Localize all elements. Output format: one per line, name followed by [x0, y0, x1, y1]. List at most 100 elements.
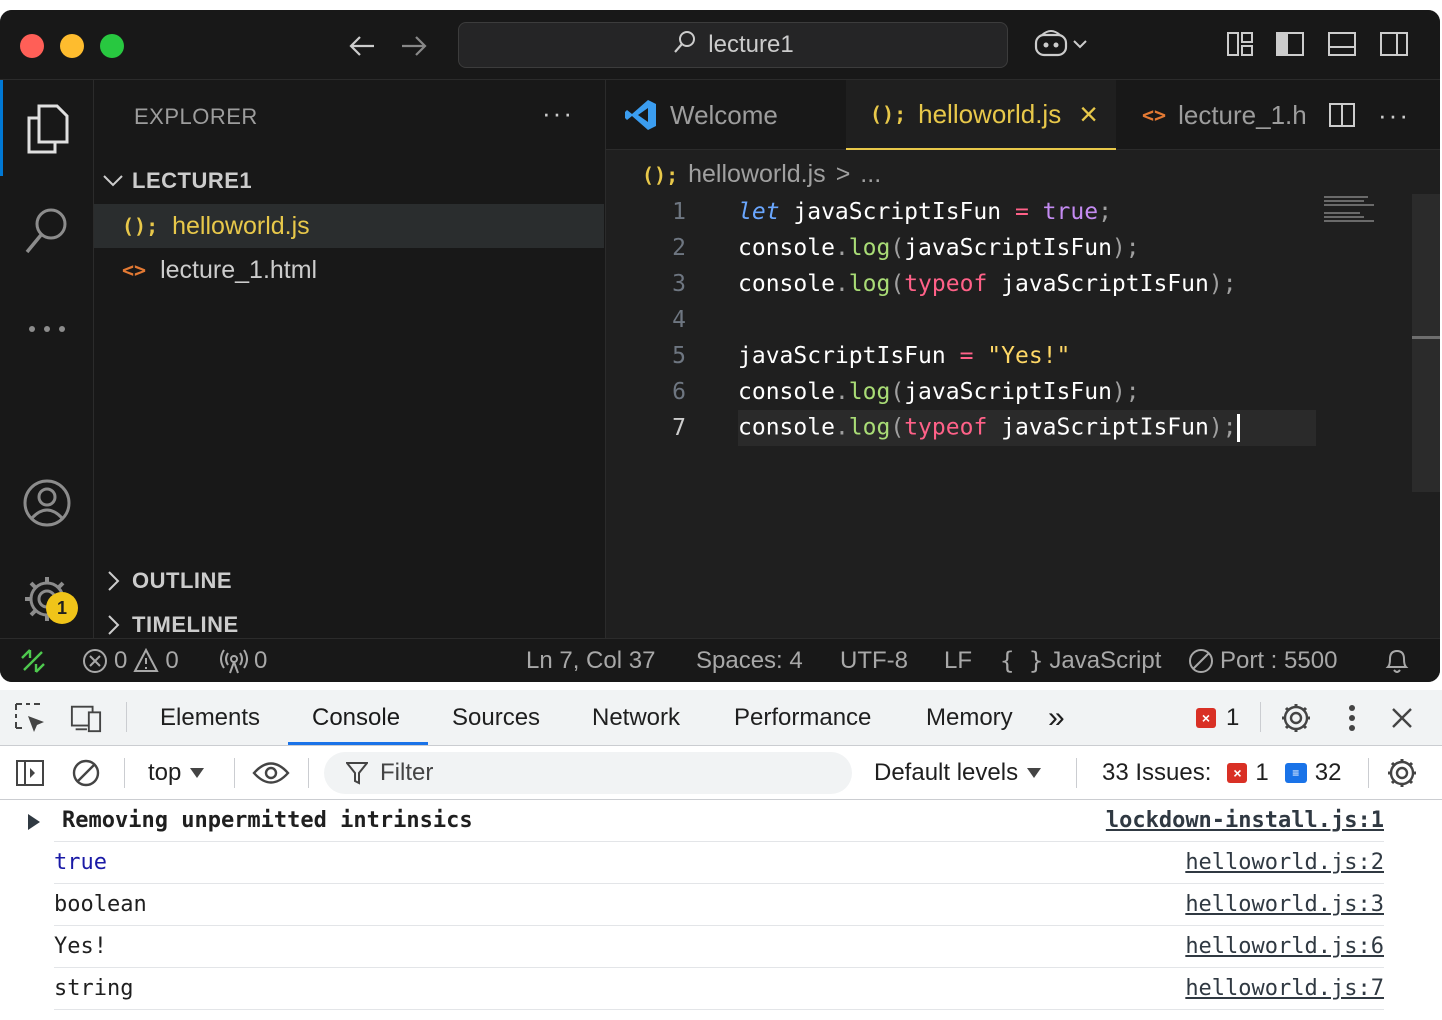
explorer-title: EXPLORER [134, 104, 258, 129]
divider [234, 758, 235, 788]
breadcrumb-file[interactable]: helloworld.js [688, 160, 826, 189]
minimize-window-button[interactable] [60, 34, 84, 58]
vscode-window: lecture1 1 EXPLORER ··· LECTURE1 (); hel… [0, 10, 1440, 682]
tab-sources[interactable]: Sources [452, 690, 540, 746]
more-views-icon[interactable] [0, 294, 94, 364]
context-selector[interactable]: top [148, 746, 205, 800]
code-line: 2 console.log(javaScriptIsFun); [606, 230, 1406, 266]
bell-icon[interactable] [1384, 639, 1410, 682]
code-editor[interactable]: 1 let javaScriptIsFun = true; 2 console.lo… [606, 194, 1406, 446]
minimap[interactable] [1324, 194, 1396, 224]
toggle-secondary-sidebar-icon[interactable] [1378, 28, 1410, 60]
divider [126, 702, 127, 732]
forward-arrow-icon[interactable] [396, 28, 432, 64]
problems-indicator[interactable]: 0 0 [82, 639, 179, 682]
console-settings-gear-icon[interactable] [1386, 757, 1418, 789]
tab-elements[interactable]: Elements [160, 690, 260, 746]
explorer-more-actions[interactable]: ··· [542, 98, 574, 129]
close-window-button[interactable] [20, 34, 44, 58]
timeline-section[interactable]: TIMELINE [102, 612, 239, 638]
more-tabs-icon[interactable]: » [1048, 690, 1065, 746]
ports-indicator[interactable]: 0 [220, 639, 267, 682]
clear-console-icon[interactable] [70, 757, 102, 789]
console-message: true helloworld.js:2 [54, 842, 1384, 884]
javascript-file-icon: (); [122, 214, 159, 238]
console-filter-input[interactable]: Filter [324, 752, 852, 794]
tab-console[interactable]: Console [312, 690, 400, 746]
eye-icon[interactable] [252, 757, 290, 789]
tab-helloworld-js[interactable]: (); helloworld.js × [846, 80, 1116, 150]
issues-counter[interactable]: 33 Issues: × 1 ≡ 32 [1102, 746, 1341, 800]
editor-more-actions[interactable]: ··· [1378, 80, 1418, 150]
editor-area: Welcome (); helloworld.js × <> lecture_1… [606, 80, 1440, 638]
expand-arrow-icon[interactable] [28, 814, 40, 830]
console-value: Removing unpermitted intrinsics [62, 808, 473, 833]
split-editor-icon[interactable] [1328, 80, 1358, 150]
code-line: 3 console.log(typeof javaScriptIsFun); [606, 266, 1406, 302]
line-number: 7 [672, 415, 686, 441]
explorer-files-icon[interactable] [0, 94, 94, 164]
folder-header[interactable]: LECTURE1 [102, 168, 252, 194]
more-options-icon[interactable] [1336, 702, 1368, 734]
language-mode[interactable]: { } JavaScript [1000, 639, 1161, 682]
file-item-lecture1-html[interactable]: <> lecture_1.html [94, 248, 604, 292]
editor-scrollbar[interactable] [1412, 194, 1440, 492]
gear-icon[interactable] [1280, 702, 1312, 734]
file-item-helloworld[interactable]: (); helloworld.js [94, 204, 604, 248]
issues-message-count: 32 [1314, 759, 1342, 786]
error-icon: × [1227, 763, 1248, 783]
toggle-primary-sidebar-icon[interactable] [1274, 28, 1306, 60]
breadcrumb-symbol[interactable]: ... [860, 160, 881, 189]
source-link[interactable]: helloworld.js:7 [1185, 976, 1384, 1001]
tab-welcome[interactable]: Welcome [624, 80, 846, 150]
layout-customize-icon[interactable] [1224, 28, 1256, 60]
outline-section[interactable]: OUTLINE [102, 568, 232, 594]
editor-tabs: Welcome (); helloworld.js × <> lecture_1… [606, 80, 1440, 150]
back-arrow-icon[interactable] [344, 28, 380, 64]
source-link[interactable]: lockdown-install.js:1 [1106, 808, 1384, 833]
file-name: helloworld.js [172, 211, 310, 240]
line-number: 1 [672, 199, 686, 225]
maximize-window-button[interactable] [100, 34, 124, 58]
remote-indicator-icon[interactable] [18, 639, 48, 682]
end-of-line[interactable]: LF [944, 639, 972, 682]
console-output: Removing unpermitted intrinsics lockdown… [0, 800, 1442, 1020]
folder-name: LECTURE1 [132, 168, 253, 193]
indentation[interactable]: Spaces: 4 [696, 639, 803, 682]
tab-network[interactable]: Network [592, 690, 680, 746]
live-server-port[interactable]: Port : 5500 [1188, 639, 1337, 682]
source-link[interactable]: helloworld.js:2 [1185, 850, 1384, 875]
encoding[interactable]: UTF-8 [840, 639, 908, 682]
sidebar-toggle-icon[interactable] [14, 757, 46, 789]
code-line: 7 console.log(typeof javaScriptIsFun); [606, 410, 1406, 446]
language-label: JavaScript [1049, 647, 1162, 674]
tab-lecture1-html[interactable]: <> lecture_1.h [1142, 80, 1322, 150]
source-link[interactable]: helloworld.js:3 [1185, 892, 1384, 917]
filter-icon [346, 762, 368, 785]
accounts-icon[interactable] [0, 468, 94, 538]
file-name: lecture_1.html [160, 255, 318, 284]
tab-performance[interactable]: Performance [734, 690, 871, 746]
chevron-down-icon [103, 175, 123, 187]
copilot-icon[interactable] [1034, 28, 1094, 60]
close-tab-icon[interactable]: × [1079, 96, 1098, 133]
log-levels-dropdown[interactable]: Default levels [874, 746, 1042, 800]
console-value: string [54, 976, 134, 1001]
scrollbar-cursor-marker [1412, 336, 1440, 339]
error-counter[interactable]: × 1 [1196, 690, 1239, 746]
cursor-position[interactable]: Ln 7, Col 37 [526, 639, 655, 682]
error-count: 1 [1226, 704, 1240, 731]
activity-bar: 1 [0, 80, 94, 638]
command-center-search[interactable]: lecture1 [458, 22, 1008, 68]
issues-label: 33 Issues: [1102, 759, 1212, 786]
toggle-panel-icon[interactable] [1326, 28, 1358, 60]
inspect-element-icon[interactable] [14, 702, 46, 734]
gear-icon[interactable] [0, 564, 94, 634]
close-icon[interactable] [1386, 702, 1418, 734]
source-link[interactable]: helloworld.js:6 [1185, 934, 1384, 959]
device-toolbar-icon[interactable] [70, 702, 102, 734]
explorer-sidebar: EXPLORER ··· LECTURE1 (); helloworld.js … [94, 80, 606, 638]
code-line: 1 let javaScriptIsFun = true; [606, 194, 1406, 230]
search-icon[interactable] [0, 196, 94, 266]
tab-memory[interactable]: Memory [926, 690, 1013, 746]
